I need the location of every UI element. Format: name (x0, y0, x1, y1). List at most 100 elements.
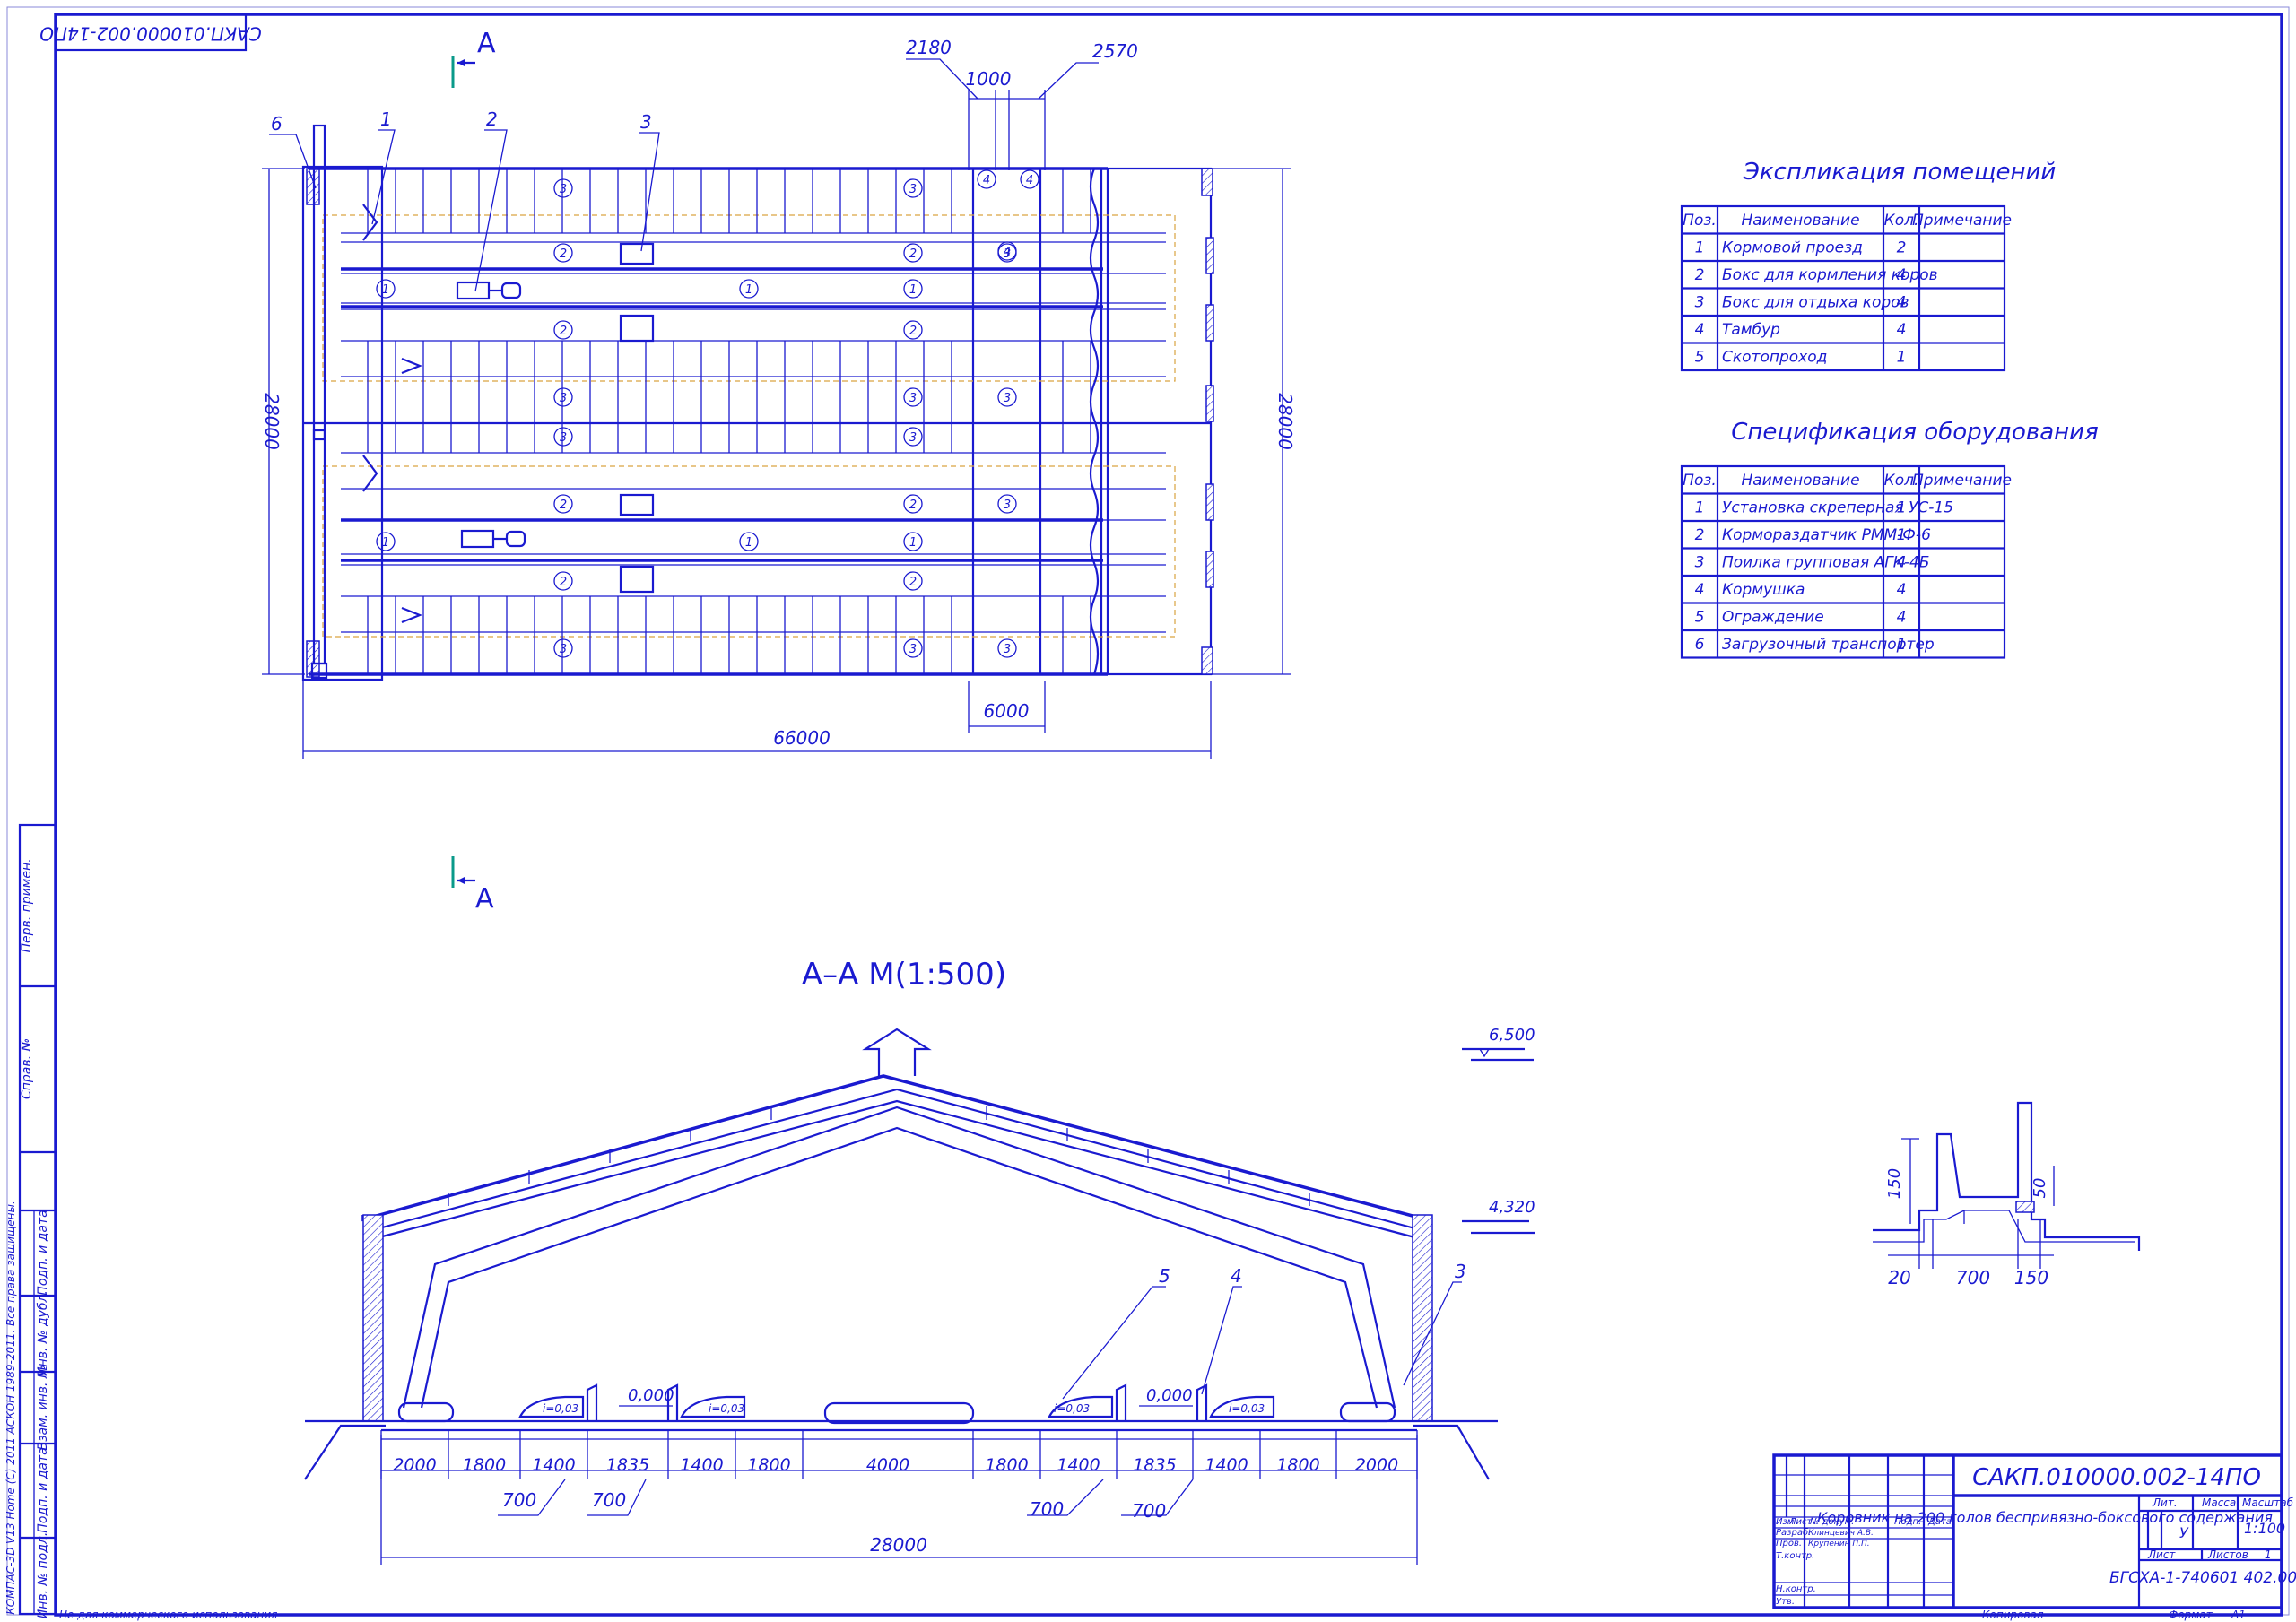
svg-text:2: 2 (486, 108, 498, 130)
svg-text:700: 700 (592, 1489, 626, 1511)
position-label: 2 (909, 325, 917, 338)
svg-text:2570: 2570 (1092, 40, 1138, 62)
table-cell: Тамбур (1722, 321, 1780, 339)
table-cell: 4 (1897, 581, 1907, 599)
table-cell: 6 (1695, 636, 1705, 654)
table-cell: Бокс для отдыха коров (1722, 294, 1909, 312)
position-label: 4 (1026, 174, 1033, 187)
position-label: 3 (1004, 499, 1011, 512)
table-header-cell: Примечание (1912, 472, 2012, 490)
table-cell: Установка скреперная УС-15 (1722, 499, 1953, 517)
table-cell: 1 (1897, 349, 1907, 367)
section-dimension: 2000 (1355, 1455, 1398, 1475)
svg-text:150: 150 (1885, 1168, 1904, 1199)
position-label: 1 (745, 536, 752, 550)
section-dimension: 4000 (866, 1455, 909, 1475)
table-cell: 4 (1897, 554, 1907, 572)
table-header-cell: Наименование (1741, 472, 1859, 490)
svg-text:3: 3 (1455, 1261, 1466, 1282)
non-commercial-note: Не для коммерческого использования (59, 1609, 277, 1621)
svg-text:А–А М(1:500): А–А М(1:500) (802, 957, 1006, 993)
svg-text:700: 700 (1132, 1500, 1166, 1522)
svg-text:4: 4 (1231, 1265, 1242, 1287)
svg-text:6,500: 6,500 (1489, 1026, 1535, 1045)
position-label: 3 (560, 183, 567, 196)
explication-table: Экспликация помещений Поз. Наименование Ко… (1680, 159, 2057, 372)
copied-label: Копировал (1982, 1609, 2044, 1621)
svg-text:700: 700 (502, 1489, 536, 1511)
section-dimension: 1800 (463, 1455, 506, 1475)
svg-text:Лист: Лист (2147, 1548, 2176, 1561)
position-label: 3 (1004, 247, 1011, 261)
position-label: 3 (1004, 643, 1011, 656)
svg-text:БГСХА-1-740601 402.002: БГСХА-1-740601 402.002 (2109, 1569, 2296, 1587)
position-label: 2 (560, 325, 567, 338)
svg-text:i=0,03: i=0,03 (543, 1402, 578, 1415)
drawing-sheet: САКП.010000.002-14ПО А А 3 344 42 2 31 1… (4, 6, 2296, 1621)
svg-text:1: 1 (2265, 1548, 2272, 1561)
svg-text:Клинцевич А.В.: Клинцевич А.В. (1808, 1529, 1874, 1538)
svg-text:0,000: 0,000 (1146, 1386, 1193, 1405)
svg-text:i=0,03: i=0,03 (709, 1402, 744, 1415)
svg-text:20: 20 (1888, 1267, 1910, 1288)
section-dimension: 1400 (680, 1455, 723, 1475)
svg-text:Подп. и дата: Подп. и дата (36, 1447, 50, 1532)
section-dimension: 1800 (1276, 1455, 1319, 1475)
svg-text:САКП.010000.002-14ПО: САКП.010000.002-14ПО (39, 23, 262, 45)
svg-text:150: 150 (2014, 1267, 2048, 1288)
position-label: 1 (909, 283, 917, 297)
position-label: 3 (909, 431, 917, 445)
svg-text:Т.контр.: Т.контр. (1776, 1551, 1814, 1561)
table-cell: 2 (1695, 526, 1705, 544)
side-stamp: Перв. примен. Справ. № Подп. и дата Инв.… (4, 823, 57, 1618)
section-dimension: 2000 (393, 1455, 436, 1475)
table-cell: 5 (1695, 609, 1705, 627)
svg-text:1: 1 (380, 108, 392, 130)
table-cell: 5 (1695, 349, 1705, 367)
table-cell: Кормовой проезд (1722, 239, 1863, 257)
svg-text:i=0,03: i=0,03 (1229, 1402, 1265, 1415)
svg-text:50: 50 (2031, 1178, 2049, 1199)
svg-text:У: У (2179, 1524, 2189, 1541)
svg-text:Утв.: Утв. (1776, 1597, 1795, 1607)
svg-text:Инв. № дубл.: Инв. № дубл. (36, 1290, 50, 1376)
position-label: 3 (560, 643, 567, 656)
svg-text:28000: 28000 (870, 1534, 927, 1556)
feeder-vehicle-2 (460, 529, 526, 549)
svg-text:0,000: 0,000 (628, 1386, 674, 1405)
section-dimension: 1400 (1057, 1455, 1100, 1475)
svg-text:Пров.: Пров. (1776, 1539, 1802, 1548)
table-cell: 1 (1897, 499, 1907, 517)
svg-text:66000: 66000 (773, 727, 831, 749)
table-cell: 1 (1897, 636, 1907, 654)
svg-text:Экспликация помещений: Экспликация помещений (1743, 159, 2057, 186)
drawing-frame (54, 13, 2283, 1617)
position-label: 2 (560, 499, 567, 512)
position-label: 1 (382, 536, 389, 550)
svg-text:САКП.010000.002-14ПО: САКП.010000.002-14ПО (1972, 1464, 2261, 1491)
svg-text:№ докум.: № докум. (1809, 1517, 1854, 1527)
position-label: 1 (382, 283, 389, 297)
svg-text:Справ. №: Справ. № (20, 1038, 34, 1099)
svg-text:1:100: 1:100 (2244, 1520, 2285, 1537)
svg-text:Перв. примен.: Перв. примен. (20, 858, 34, 952)
svg-text:Подп. и дата: Подп. и дата (36, 1210, 50, 1295)
svg-text:Коровник на 200 голов беспривя: Коровник на 200 голов беспривязно-боксов… (1817, 1509, 2273, 1526)
table-cell: 2 (1897, 239, 1907, 257)
section-aa: А–А М(1:500) i=0,03 i=0,03 i=0,03 i=0,03… (304, 957, 1535, 1565)
svg-text:Крупенин П.П.: Крупенин П.П. (1808, 1540, 1870, 1548)
floor-plan: 3 344 42 2 31 1 12 23 3 33 32 2 31 1 12 23 3 3 6 1 2 3 (261, 37, 1296, 759)
section-dimension: 1800 (747, 1455, 790, 1475)
svg-text:Взам. инв. №: Взам. инв. № (36, 1365, 50, 1450)
svg-text:28000: 28000 (1274, 393, 1296, 450)
svg-text:Н.контр.: Н.контр. (1776, 1584, 1816, 1594)
table-header-cell: Наименование (1741, 212, 1859, 230)
table-cell: Ограждение (1722, 609, 1824, 627)
position-label: 4 (983, 174, 990, 187)
table-cell: 4 (1897, 321, 1907, 339)
svg-text:3: 3 (640, 111, 652, 133)
table-header-cell: Поз. (1683, 472, 1717, 490)
svg-text:Масса: Масса (2202, 1496, 2236, 1509)
svg-text:6: 6 (271, 113, 283, 134)
table-header-cell: Примечание (1912, 212, 2012, 230)
